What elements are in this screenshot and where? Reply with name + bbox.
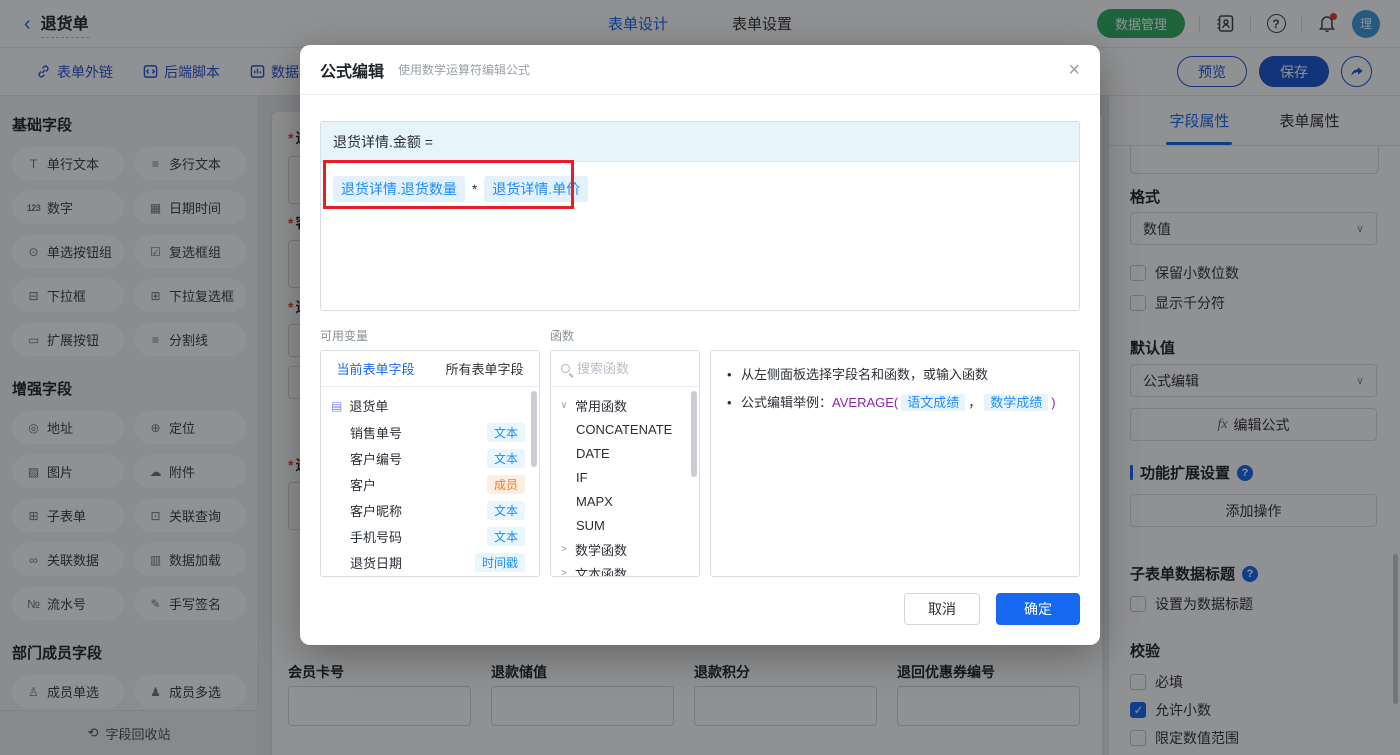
tab-all-form-fields[interactable]: 所有表单字段 xyxy=(430,351,539,386)
variable-row-customer[interactable]: 客户 成员 xyxy=(321,471,539,497)
variable-row-sales-no[interactable]: 销售单号 文本 xyxy=(321,419,539,445)
variables-label: 可用变量 xyxy=(320,329,369,343)
function-concatenate[interactable]: CONCATENATE xyxy=(551,417,699,441)
modal-subtitle: 使用数学运算符编辑公式 xyxy=(398,63,531,77)
variables-panel: 当前表单字段 所有表单字段 ▤ 退货单 销售单号 文本 客户编号 文本 客户 成员 客… xyxy=(320,350,540,577)
tab-current-form-fields[interactable]: 当前表单字段 xyxy=(321,351,430,386)
formula-target: 退货详情.金额 = xyxy=(321,122,1079,162)
type-tag: 文本 xyxy=(486,422,525,442)
function-mapx[interactable]: MAPX xyxy=(551,489,699,513)
type-tag: 成员 xyxy=(486,474,525,494)
function-name-example: AVERAGE( xyxy=(832,395,899,410)
confirm-button[interactable]: 确定 xyxy=(996,593,1080,625)
type-tag: 时间戳 xyxy=(474,552,525,572)
function-search-input[interactable] xyxy=(577,361,677,376)
variable-row-nickname[interactable]: 客户昵称 文本 xyxy=(321,497,539,523)
type-tag: 文本 xyxy=(486,526,525,546)
variable-row-phone[interactable]: 手机号码 文本 xyxy=(321,523,539,549)
type-tag: 文本 xyxy=(486,500,525,520)
function-group-common[interactable]: ∨ 常用函数 xyxy=(551,393,699,417)
form-doc-icon: ▤ xyxy=(331,398,343,413)
formula-body[interactable]: 退货详情.退货数量 * 退货详情.单价 xyxy=(321,160,1079,310)
example-token-chinese-score: 语文成绩 xyxy=(901,394,966,411)
function-sum[interactable]: SUM xyxy=(551,513,699,537)
formula-token-unit-price[interactable]: 退货详情.单价 xyxy=(484,176,589,202)
formula-operator: * xyxy=(471,181,478,197)
function-date[interactable]: DATE xyxy=(551,441,699,465)
variables-scrollbar[interactable] xyxy=(531,391,537,467)
functions-panel: ∨常用函数 CONCATENATE DATE IF MAPX SUM >数学函数… xyxy=(550,350,700,577)
type-tag: 文本 xyxy=(486,448,525,468)
close-icon[interactable]: × xyxy=(1068,60,1080,80)
form-designer-app: ‹ 退货单 表单设计 表单设置 数据管理 ? 理 表单外链 后端脚本 数据权限 … xyxy=(0,0,1400,755)
caret-down-icon: ∨ xyxy=(560,399,568,411)
formula-edit-modal: 公式编辑 使用数学运算符编辑公式 × 退货详情.金额 = 退货详情.退货数量 *… xyxy=(300,45,1100,645)
help-line-2: 公式编辑举例：AVERAGE(语文成绩，数学成绩) xyxy=(725,393,1065,413)
formula-token-quantity[interactable]: 退货详情.退货数量 xyxy=(333,176,465,202)
formula-editor[interactable]: 退货详情.金额 = 退货详情.退货数量 * 退货详情.单价 xyxy=(320,121,1080,311)
function-if[interactable]: IF xyxy=(551,465,699,489)
example-token-math-score: 数学成绩 xyxy=(984,394,1049,411)
caret-right-icon: > xyxy=(561,567,567,577)
search-icon xyxy=(561,364,570,373)
caret-right-icon: > xyxy=(561,543,567,555)
functions-label: 函数 xyxy=(550,329,575,343)
function-group-math[interactable]: > 数学函数 xyxy=(551,537,699,561)
function-group-text[interactable]: > 文本函数 xyxy=(551,561,699,577)
tree-root-form[interactable]: ▤ 退货单 xyxy=(321,392,539,419)
help-panel: 从左侧面板选择字段名和函数，或输入函数 公式编辑举例：AVERAGE(语文成绩，… xyxy=(710,350,1080,577)
variable-row-customer-no[interactable]: 客户编号 文本 xyxy=(321,445,539,471)
variable-row-return-date[interactable]: 退货日期 时间戳 xyxy=(321,549,539,575)
help-line-1: 从左侧面板选择字段名和函数，或输入函数 xyxy=(725,365,1065,385)
modal-title: 公式编辑 xyxy=(320,63,385,81)
functions-scrollbar[interactable] xyxy=(691,391,697,477)
cancel-button[interactable]: 取消 xyxy=(904,593,980,625)
